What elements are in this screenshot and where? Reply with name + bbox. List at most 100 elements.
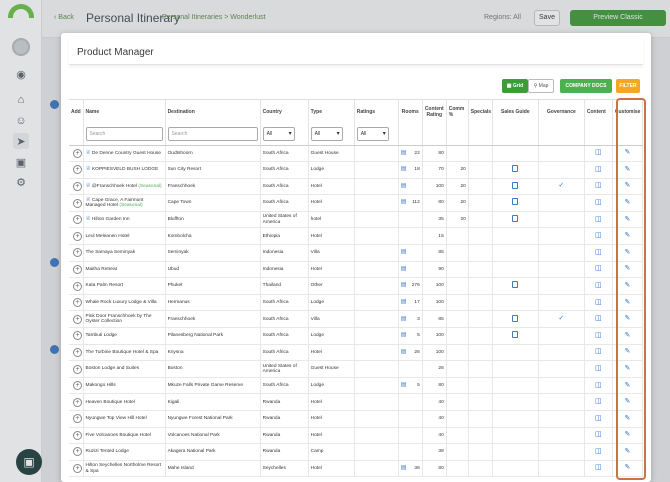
content-icon[interactable]: ◫ bbox=[595, 249, 602, 256]
add-product-button[interactable]: + bbox=[73, 165, 82, 175]
edit-icon[interactable]: ✎ bbox=[625, 348, 631, 355]
edit-icon[interactable]: ✎ bbox=[625, 216, 631, 223]
col-specials[interactable]: Specials bbox=[468, 100, 493, 124]
edit-icon[interactable]: ✎ bbox=[625, 315, 631, 322]
table-row[interactable]: + ♕KOPPIESVELD BUSH LODGE Sun City Resort S… bbox=[69, 161, 644, 179]
product-name[interactable]: Leul Meleanen Hotel bbox=[86, 234, 130, 239]
sales-guide-icon[interactable] bbox=[512, 198, 519, 206]
product-name[interactable]: Heaven Boutique Hotel bbox=[86, 400, 135, 405]
content-icon[interactable]: ◫ bbox=[595, 149, 602, 156]
add-product-button[interactable]: + bbox=[73, 364, 82, 374]
product-name-cell[interactable]: Whale Rock Luxury Lodge & Villa bbox=[83, 294, 166, 312]
edit-icon[interactable]: ✎ bbox=[625, 464, 631, 471]
product-name-cell[interactable]: ♕KOPPIESVELD BUSH LODGE bbox=[83, 161, 166, 179]
table-row[interactable]: + Pink Door Franschhoek by The Oyster Col… bbox=[69, 310, 644, 329]
product-name-cell[interactable]: ♕@Franschhoek Hotel (Seasonal) bbox=[83, 178, 166, 196]
edit-icon[interactable]: ✎ bbox=[625, 149, 631, 156]
edit-icon[interactable]: ✎ bbox=[625, 415, 631, 422]
product-name[interactable]: Boston Lodge and Suites bbox=[86, 366, 140, 371]
col-type[interactable]: Type bbox=[308, 100, 355, 124]
product-name-cell[interactable]: ♕Hilton Garden Inn bbox=[83, 211, 166, 229]
product-name-cell[interactable]: Tambuti Lodge bbox=[83, 327, 166, 345]
content-icon[interactable]: ◫ bbox=[595, 382, 602, 389]
table-row[interactable]: + Kata Palm Resort Phuket Thailand Other ▤ 276… bbox=[69, 277, 644, 295]
content-icon[interactable]: ◫ bbox=[595, 332, 602, 339]
add-product-button[interactable]: + bbox=[73, 464, 82, 474]
company-docs-button[interactable]: COMPANY DOCS bbox=[560, 79, 612, 93]
product-name-cell[interactable]: Kata Palm Resort bbox=[83, 277, 166, 295]
destination-search-input[interactable]: Search bbox=[167, 127, 258, 142]
col-name[interactable]: Name bbox=[83, 100, 166, 124]
product-name[interactable]: The Turbine Boutique Hotel & Spa bbox=[86, 350, 159, 355]
add-product-button[interactable]: + bbox=[73, 281, 82, 291]
content-icon[interactable]: ◫ bbox=[595, 415, 602, 422]
content-icon[interactable]: ◫ bbox=[595, 232, 602, 239]
col-content-rating[interactable]: Content Rating bbox=[422, 100, 447, 124]
col-governance[interactable]: Governance bbox=[538, 100, 585, 124]
product-name[interactable]: Ruzizi Tented Lodge bbox=[86, 449, 129, 454]
col-sales-guide[interactable]: Sales Guide bbox=[492, 100, 539, 124]
table-row[interactable]: + The Turbine Boutique Hotel & Spa Knysna S… bbox=[69, 344, 644, 362]
product-name[interactable]: De Denne Country Guest House bbox=[92, 151, 161, 156]
product-name-cell[interactable]: ♕Cape Grace, A Fairmont Managed Hotel (S… bbox=[83, 194, 166, 212]
content-icon[interactable]: ◫ bbox=[595, 299, 602, 306]
product-name[interactable]: @Franschhoek Hotel bbox=[92, 184, 137, 189]
add-product-button[interactable]: + bbox=[73, 181, 82, 191]
sales-guide-icon[interactable] bbox=[512, 181, 519, 189]
table-row[interactable]: + Heaven Boutique Hotel Kigali Rwanda Hotel 4… bbox=[69, 393, 644, 411]
table-row[interactable]: + Makongo Hills Mkuze Falls Private Game R… bbox=[69, 377, 644, 395]
edit-icon[interactable]: ✎ bbox=[625, 398, 631, 405]
add-product-button[interactable]: + bbox=[73, 430, 82, 440]
sales-guide-icon[interactable] bbox=[512, 314, 519, 322]
product-name[interactable]: KOPPIESVELD BUSH LODGE bbox=[92, 167, 158, 172]
content-icon[interactable]: ◫ bbox=[595, 265, 602, 272]
add-product-button[interactable]: + bbox=[73, 447, 82, 457]
edit-icon[interactable]: ✎ bbox=[625, 249, 631, 256]
name-search-input[interactable]: Search bbox=[85, 127, 163, 142]
content-icon[interactable]: ◫ bbox=[595, 464, 602, 471]
add-product-button[interactable]: + bbox=[73, 248, 82, 258]
edit-icon[interactable]: ✎ bbox=[625, 232, 631, 239]
shield-icon[interactable]: ✓ bbox=[558, 182, 564, 189]
content-icon[interactable]: ◫ bbox=[595, 398, 602, 405]
content-icon[interactable]: ◫ bbox=[595, 182, 602, 189]
edit-icon[interactable]: ✎ bbox=[625, 199, 631, 206]
add-product-button[interactable]: + bbox=[73, 198, 82, 208]
add-product-button[interactable]: + bbox=[73, 215, 82, 225]
product-name-cell[interactable]: Ruzizi Tented Lodge bbox=[83, 443, 166, 461]
table-row[interactable]: + The Samaya Seminyak Seminyak Indonesia Vil… bbox=[69, 244, 644, 262]
content-icon[interactable]: ◫ bbox=[595, 166, 602, 173]
sales-guide-icon[interactable] bbox=[512, 331, 519, 339]
ratings-select[interactable]: All bbox=[356, 127, 389, 142]
add-product-button[interactable]: + bbox=[73, 314, 82, 324]
edit-icon[interactable]: ✎ bbox=[625, 431, 631, 438]
add-product-button[interactable]: + bbox=[73, 264, 82, 274]
add-product-button[interactable]: + bbox=[73, 381, 82, 391]
map-view-button[interactable]: ⚲ Map bbox=[528, 79, 554, 93]
product-name-cell[interactable]: ♕De Denne Country Guest House bbox=[83, 145, 166, 163]
col-country[interactable]: Country bbox=[260, 100, 309, 124]
product-name-cell[interactable]: The Turbine Boutique Hotel & Spa bbox=[83, 344, 166, 362]
product-name-cell[interactable]: Boston Lodge and Suites bbox=[83, 360, 166, 378]
add-product-button[interactable]: + bbox=[73, 347, 82, 357]
product-name-cell[interactable]: Pink Door Franschhoek by The Oyster Coll… bbox=[83, 310, 166, 329]
product-name[interactable]: Five Volcanoes Boutique Hotel bbox=[86, 433, 151, 438]
table-row[interactable]: + Boston Lodge and Suites Boston United Sta… bbox=[69, 360, 644, 378]
country-select[interactable]: All bbox=[262, 127, 295, 142]
table-row[interactable]: + Whale Rock Luxury Lodge & Villa Hermanus… bbox=[69, 294, 644, 312]
content-icon[interactable]: ◫ bbox=[595, 216, 602, 223]
product-name-cell[interactable]: Makongo Hills bbox=[83, 377, 166, 395]
edit-icon[interactable]: ✎ bbox=[625, 382, 631, 389]
col-ratings[interactable]: Ratings bbox=[354, 100, 399, 124]
edit-icon[interactable]: ✎ bbox=[625, 182, 631, 189]
content-icon[interactable]: ◫ bbox=[595, 365, 602, 372]
col-content[interactable]: Content bbox=[584, 100, 613, 124]
product-name[interactable]: Kata Palm Resort bbox=[86, 283, 124, 288]
content-icon[interactable]: ◫ bbox=[595, 431, 602, 438]
grid-view-button[interactable]: ▦ Grid bbox=[502, 79, 528, 93]
table-row[interactable]: + ♕Cape Grace, A Fairmont Managed Hotel (… bbox=[69, 194, 644, 212]
table-row[interactable]: + Nyungwe Top View Hill Hotel Nyungwe Fore… bbox=[69, 410, 644, 428]
product-name-cell[interactable]: Five Volcanoes Boutique Hotel bbox=[83, 427, 166, 445]
product-name-cell[interactable]: Hilton Seychelles Northolme Resort & Spa bbox=[83, 460, 166, 478]
add-product-button[interactable]: + bbox=[73, 148, 82, 158]
